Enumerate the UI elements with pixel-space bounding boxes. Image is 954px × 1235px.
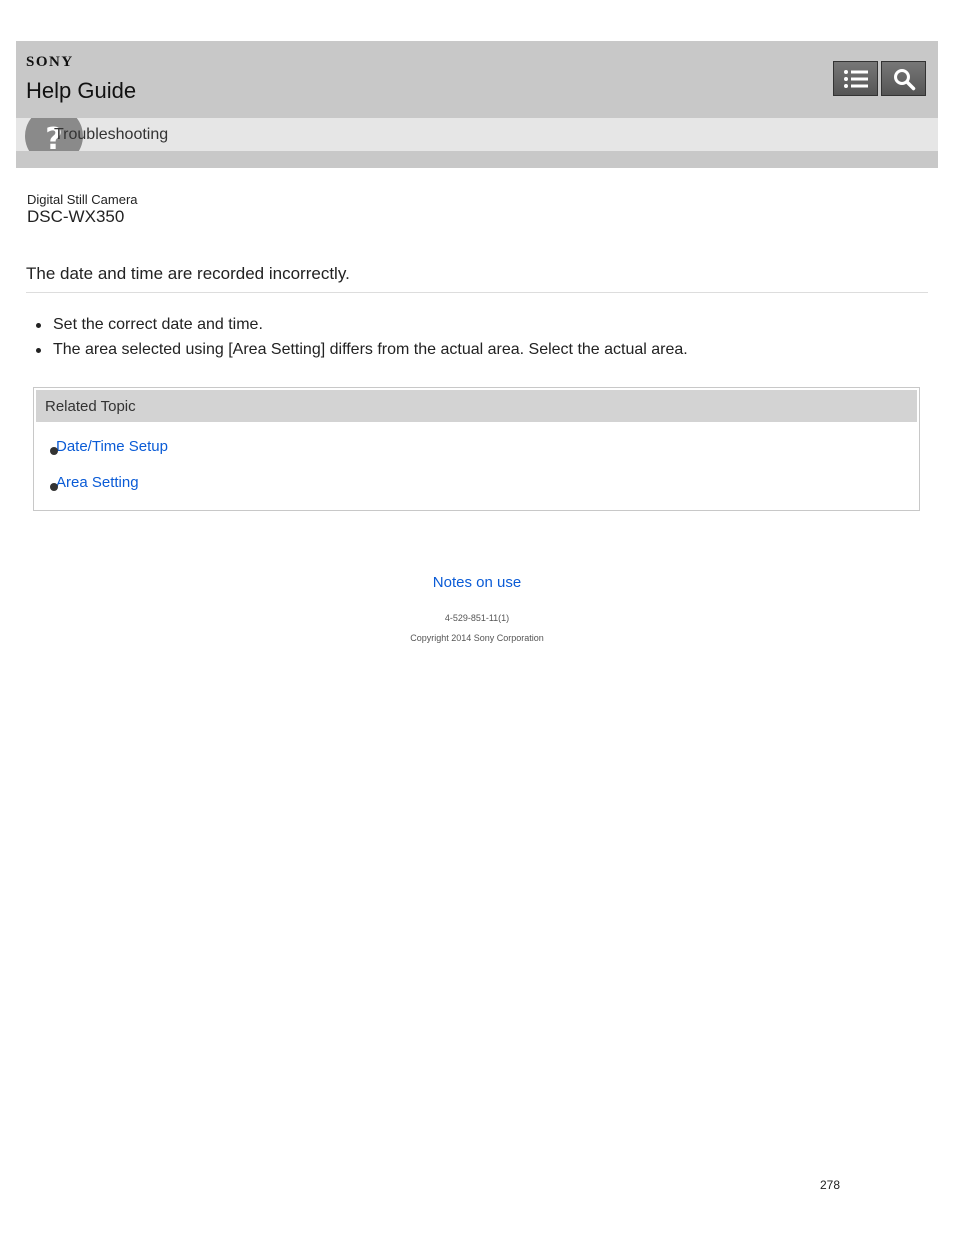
copyright-text: Copyright 2014 Sony Corporation <box>410 633 544 643</box>
related-topic-heading: Related Topic <box>45 398 136 415</box>
toc-button[interactable] <box>833 61 878 96</box>
page-title: The date and time are recorded incorrect… <box>26 264 350 283</box>
list-item: The area selected using [Area Setting] d… <box>35 337 688 362</box>
title-divider <box>26 292 928 293</box>
search-icon <box>893 68 915 90</box>
related-topic-box: Related Topic Date/Time Setup Area Setti… <box>33 387 920 511</box>
related-topic-header: Related Topic <box>36 390 917 422</box>
category-label[interactable]: Troubleshooting <box>54 126 168 144</box>
related-link-date-time-setup[interactable]: Date/Time Setup <box>50 438 168 455</box>
list-icon <box>843 69 868 88</box>
list-item: Set the correct date and time. <box>35 312 688 337</box>
bullet-dot-icon <box>50 447 58 455</box>
instruction-list: Set the correct date and time. The area … <box>35 312 688 362</box>
page-number: 278 <box>820 1178 841 1192</box>
search-button[interactable] <box>881 61 926 96</box>
document-id: 4-529-851-11(1) <box>444 613 510 623</box>
related-link-label: Area Setting <box>56 474 139 491</box>
site-header: SONY Help Guide ? Troubleshooting <box>16 41 938 168</box>
related-link-area-setting[interactable]: Area Setting <box>50 474 139 491</box>
category-bar: ? Troubleshooting <box>16 118 938 151</box>
brand-logo: SONY <box>26 54 74 70</box>
bullet-dot-icon <box>50 483 58 491</box>
guide-title[interactable]: Help Guide <box>26 78 136 104</box>
notes-on-use-link[interactable]: Notes on use <box>0 574 954 591</box>
product-model: DSC-WX350 <box>27 207 125 226</box>
related-link-label: Date/Time Setup <box>56 438 168 455</box>
product-type: Digital Still Camera <box>27 192 138 207</box>
